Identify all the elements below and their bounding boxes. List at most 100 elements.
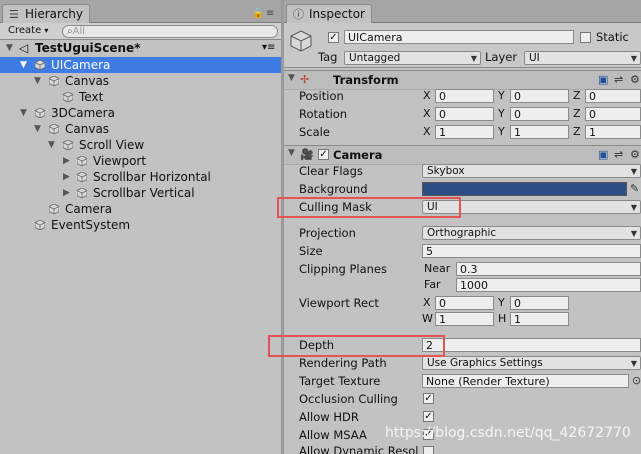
settings-gear-icon[interactable]: ⚙	[630, 148, 640, 161]
target-texture-field[interactable]: None (Render Texture)	[422, 374, 629, 388]
rendering-path-dropdown[interactable]: Use Graphics Settings ▼	[422, 356, 641, 370]
object-picker-icon[interactable]: ⊙	[632, 374, 641, 387]
tab-hierarchy[interactable]: ☰ Hierarchy	[2, 4, 91, 23]
viewport-x-input[interactable]: 0	[435, 296, 494, 310]
tab-inspector[interactable]: ⓘ Inspector	[286, 4, 372, 23]
settings-gear-icon[interactable]: ⚙	[630, 73, 640, 86]
expand-arrow-icon[interactable]: ▼	[6, 40, 13, 56]
inspector-tabbar: ⓘ Inspector	[284, 0, 641, 23]
culling-mask-highlight-box	[277, 197, 461, 218]
static-checkbox[interactable]	[580, 32, 591, 43]
scene-menu-icon[interactable]: ▾≡	[262, 40, 275, 56]
viewport-w-input[interactable]: 1	[435, 312, 494, 326]
lock-icon[interactable]: 🔒	[252, 8, 264, 19]
expand-arrow-icon[interactable]: ▼	[288, 148, 295, 158]
help-book-icon[interactable]: ▣	[598, 148, 608, 161]
expand-arrow-icon[interactable]: ▼	[34, 121, 41, 137]
tree-item-canvas[interactable]: ▼ Canvas	[0, 73, 281, 89]
clear-flags-dropdown[interactable]: Skybox ▼	[422, 164, 641, 178]
viewport-y-input[interactable]: 0	[510, 296, 569, 310]
tree-item-scroll-view[interactable]: ▼ Scroll View	[0, 137, 281, 153]
collapse-arrow-icon[interactable]: ▶	[63, 185, 70, 201]
help-book-icon[interactable]: ▣	[598, 73, 608, 86]
hierarchy-panel: ☰ Hierarchy 🔒 ≡ Create ▾ ⌕All ▼ ◁ TestUgu…	[0, 0, 282, 454]
tree-item-text[interactable]: Text	[0, 89, 281, 105]
expand-arrow-icon[interactable]: ▼	[20, 57, 27, 73]
panel-menu-icon[interactable]: ≡	[266, 8, 274, 19]
gameobject-cube-icon	[63, 140, 73, 150]
active-checkbox[interactable]: ✓	[328, 32, 339, 43]
eyedropper-icon[interactable]: ✎	[630, 182, 639, 195]
gameobject-cube-icon	[77, 188, 87, 198]
hierarchy-tabbar: ☰ Hierarchy 🔒 ≡	[0, 0, 281, 23]
tree-item-3dcamera[interactable]: ▼ 3DCamera	[0, 105, 281, 121]
occlusion-culling-checkbox[interactable]: ✓	[423, 393, 434, 404]
expand-arrow-icon[interactable]: ▼	[288, 73, 295, 83]
chevron-down-icon: ▼	[630, 54, 637, 63]
position-x-input[interactable]: 0	[435, 89, 494, 103]
unity-scene-icon: ◁	[19, 41, 29, 55]
chevron-down-icon: ▼	[630, 167, 637, 176]
inspector-panel: ⓘ Inspector ✓ UICamera Static Tag Untagge…	[284, 0, 641, 454]
gameobject-cube-icon	[63, 92, 73, 102]
scale-x-input[interactable]: 1	[435, 125, 494, 139]
expand-arrow-icon[interactable]: ▼	[48, 137, 55, 153]
near-plane-input[interactable]: 0.3	[456, 262, 641, 276]
preset-icon[interactable]: ⇌	[614, 148, 623, 161]
viewport-h-input[interactable]: 1	[510, 312, 569, 326]
camera-enabled-checkbox[interactable]: ✓	[318, 149, 329, 160]
rotation-z-input[interactable]: 0	[585, 107, 641, 121]
tree-item-scrollbar-vertical[interactable]: ▶ Scrollbar Vertical	[0, 185, 281, 201]
search-input[interactable]: ⌕All	[62, 25, 278, 38]
allow-dynamic-resolution-checkbox[interactable]	[423, 446, 434, 454]
tree-item-uicamera[interactable]: ▼ UICamera	[0, 57, 281, 73]
gameobject-cube-icon	[35, 220, 45, 230]
transform-header[interactable]: ▼ ✢ Transform ▣ ⇌ ⚙	[284, 70, 641, 90]
chevron-down-icon: ▼	[630, 229, 637, 238]
expand-arrow-icon[interactable]: ▼	[34, 73, 41, 89]
collapse-arrow-icon[interactable]: ▶	[63, 169, 70, 185]
layer-dropdown[interactable]: UI ▼	[524, 51, 641, 65]
camera-icon: 🎥	[300, 148, 314, 161]
preset-icon[interactable]: ⇌	[614, 73, 623, 86]
create-button[interactable]: Create ▾	[4, 24, 52, 38]
tag-dropdown[interactable]: Untagged ▼	[344, 51, 481, 65]
object-name-input[interactable]: UICamera	[344, 30, 574, 44]
camera-header[interactable]: ▼ 🎥 ✓ Camera ▣ ⇌ ⚙	[284, 145, 641, 165]
watermark-text: https://blog.csdn.net/qq_42672770	[385, 425, 631, 441]
far-plane-input[interactable]: 1000	[456, 278, 641, 292]
transform-axes-icon: ✢	[300, 73, 310, 86]
expand-arrow-icon[interactable]: ▼	[20, 105, 27, 121]
gameobject-cube-icon	[35, 108, 45, 118]
scale-z-input[interactable]: 1	[585, 125, 641, 139]
list-icon: ☰	[9, 8, 19, 21]
gameobject-cube-icon	[49, 204, 59, 214]
size-input[interactable]: 5	[422, 244, 641, 258]
chevron-down-icon: ▼	[630, 359, 637, 368]
gameobject-cube-icon	[77, 156, 87, 166]
object-header: ✓ UICamera Static Tag Untagged ▼ Layer UI…	[284, 23, 641, 68]
gameobject-cube-icon	[49, 124, 59, 134]
scene-row[interactable]: ▼ ◁ TestUguiScene* ▾≡	[0, 40, 281, 56]
projection-dropdown[interactable]: Orthographic ▼	[422, 226, 641, 240]
position-y-input[interactable]: 0	[510, 89, 569, 103]
position-z-input[interactable]: 0	[585, 89, 641, 103]
scale-y-input[interactable]: 1	[510, 125, 569, 139]
allow-hdr-checkbox[interactable]: ✓	[423, 411, 434, 422]
hierarchy-toolbar: Create ▾ ⌕All	[0, 23, 281, 40]
tree-item-viewport[interactable]: ▶ Viewport	[0, 153, 281, 169]
chevron-down-icon: ▼	[470, 54, 477, 63]
gameobject-cube-icon	[77, 172, 87, 182]
background-color-swatch[interactable]	[422, 182, 627, 196]
tree-item-camera[interactable]: Camera	[0, 201, 281, 217]
gameobject-cube-icon	[35, 60, 45, 70]
rotation-y-input[interactable]: 0	[510, 107, 569, 121]
rotation-x-input[interactable]: 0	[435, 107, 494, 121]
collapse-arrow-icon[interactable]: ▶	[63, 153, 70, 169]
depth-input[interactable]: 2	[422, 338, 641, 352]
tree-item-canvas-2[interactable]: ▼ Canvas	[0, 121, 281, 137]
chevron-down-icon: ▾	[44, 26, 49, 35]
chevron-down-icon: ▼	[630, 203, 637, 212]
tree-item-scrollbar-horizontal[interactable]: ▶ Scrollbar Horizontal	[0, 169, 281, 185]
tree-item-eventsystem[interactable]: EventSystem	[0, 217, 281, 233]
